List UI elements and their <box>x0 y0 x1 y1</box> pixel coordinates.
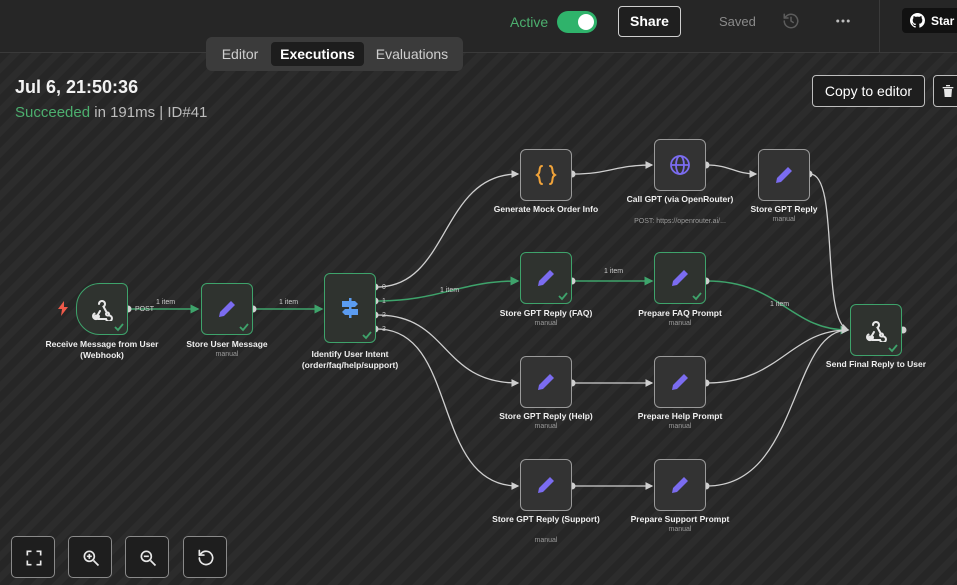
switch-output-label: 3 <box>382 326 386 333</box>
node-label: Store GPT Reply (Help) <box>499 411 593 421</box>
node-label: Identify User Intent (order/faq/help/sup… <box>301 349 399 370</box>
node-prepare-faq[interactable] <box>654 252 706 304</box>
node-call-gpt[interactable] <box>654 139 706 191</box>
node-store-gpt-reply[interactable] <box>758 149 810 201</box>
node-subtitle: manual <box>668 526 692 533</box>
node-prepare-support[interactable] <box>654 459 706 511</box>
edge-switch-mock <box>376 170 520 288</box>
edge-label: 1 item <box>440 287 459 294</box>
reset-zoom-button[interactable] <box>183 536 227 578</box>
success-check-icon <box>558 292 568 301</box>
success-check-icon <box>362 331 372 340</box>
node-label: Store GPT Reply <box>750 204 818 214</box>
node-label: Prepare FAQ Prompt <box>638 308 722 318</box>
edge-label: 1 item <box>770 301 789 308</box>
node-label: Store GPT Reply (FAQ) <box>499 308 593 318</box>
edge-mock-call <box>572 161 654 175</box>
success-check-icon <box>239 323 249 332</box>
undo-icon <box>198 549 214 566</box>
pencil-icon <box>538 374 554 390</box>
edge-label: 1 item <box>156 299 175 306</box>
node-store-gpt-faq[interactable] <box>520 252 572 304</box>
node-subtitle: manual <box>534 423 558 430</box>
edge-label: 1 item <box>604 268 623 275</box>
edge-storegpt-final <box>809 173 850 332</box>
node-subtitle: manual <box>534 537 558 544</box>
connections-layer: POST 1 item 1 item 1 item 1 item 1 item … <box>124 161 907 490</box>
edge-label: 1 item <box>279 299 298 306</box>
node-subtitle: manual <box>668 320 692 327</box>
node-store-gpt-support[interactable] <box>520 459 572 511</box>
trigger-bolt-icon <box>58 301 68 316</box>
pencil-icon <box>538 270 554 286</box>
node-subtitle: manual <box>534 320 558 327</box>
edge-prepsupport-final <box>706 326 850 487</box>
node-label: Generate Mock Order Info <box>493 204 599 214</box>
node-label: Prepare Help Prompt <box>637 411 723 421</box>
zoom-out-button[interactable] <box>125 536 169 578</box>
webhook-icon <box>92 300 113 321</box>
node-label: Receive Message from User (Webhook) <box>45 339 159 360</box>
node-identify-intent[interactable] <box>324 273 376 343</box>
node-label: Prepare Support Prompt <box>630 514 730 524</box>
pencil-icon <box>538 477 554 493</box>
switch-output-label: 2 <box>382 312 386 319</box>
pencil-icon <box>672 270 688 286</box>
pencil-icon <box>776 167 792 183</box>
switch-output-label: 1 <box>382 298 386 305</box>
success-check-icon <box>114 323 124 332</box>
pencil-icon <box>672 477 688 493</box>
expand-icon <box>26 550 42 566</box>
signpost-icon <box>342 298 358 318</box>
node-label: Send Final Reply to User <box>825 359 927 369</box>
success-check-icon <box>692 292 702 301</box>
switch-output-label: 0 <box>382 284 386 291</box>
node-label: Call GPT (via OpenRouter) <box>626 194 734 204</box>
globe-icon <box>670 155 690 175</box>
node-generate-mock-order[interactable] <box>520 149 572 201</box>
node-label: Store GPT Reply (Support) <box>492 514 600 524</box>
edge-call-storegpt <box>706 164 758 178</box>
zoom-in-icon <box>83 550 100 567</box>
zoom-out-icon <box>140 550 157 567</box>
pencil-icon <box>672 374 688 390</box>
node-prepare-help[interactable] <box>654 356 706 408</box>
node-label: Store User Message <box>186 339 268 349</box>
node-store-gpt-help[interactable] <box>520 356 572 408</box>
pencil-icon <box>219 301 235 317</box>
node-subtitle: manual <box>215 351 239 358</box>
node-subtitle: manual <box>772 216 796 223</box>
zoom-in-button[interactable] <box>68 536 112 578</box>
node-subtitle: manual <box>668 423 692 430</box>
code-braces-icon <box>535 165 557 185</box>
node-send-final-reply[interactable] <box>850 304 902 356</box>
node-store-user-message[interactable] <box>201 283 253 335</box>
webhook-icon <box>866 321 887 342</box>
fit-view-button[interactable] <box>11 536 55 578</box>
node-receive-webhook[interactable] <box>76 283 128 335</box>
webhook-port-label: POST <box>135 306 155 313</box>
success-check-icon <box>888 344 898 353</box>
